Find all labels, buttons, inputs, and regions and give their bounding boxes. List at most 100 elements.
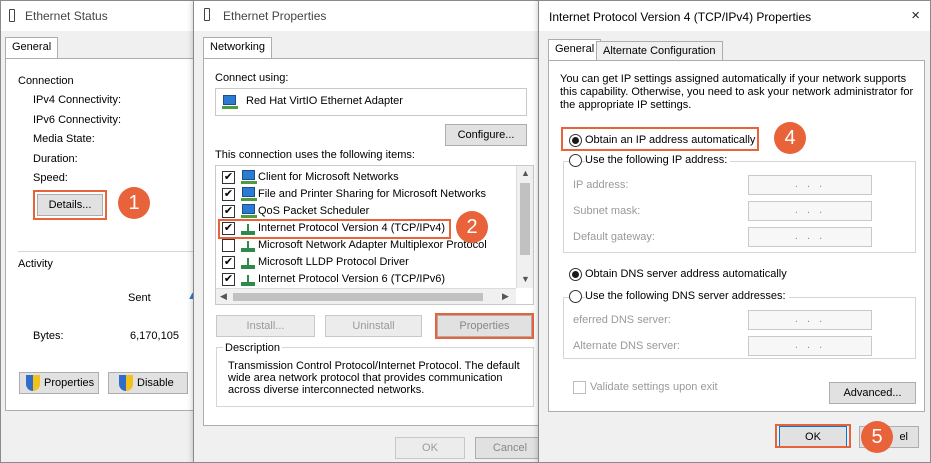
default-gateway-label: Default gateway: [573, 231, 655, 243]
status-properties-label: Properties [44, 377, 95, 389]
properties-titlebar: Ethernet Properties [194, 1, 547, 31]
scroll-thumb-h[interactable] [233, 293, 483, 301]
item-checkbox[interactable]: ✔ [222, 205, 235, 218]
ip-address-field[interactable]: . . . [748, 175, 872, 195]
connect-using-label: Connect using: [215, 72, 289, 84]
item-label: Internet Protocol Version 6 (TCP/IPv6) [258, 273, 446, 285]
preferred-dns-field[interactable]: . . . [748, 310, 872, 330]
validate-settings-checkbox[interactable] [573, 381, 586, 394]
step-5-badge: 5 [861, 421, 893, 453]
network-icon [241, 187, 257, 201]
ipv6-connectivity-label: IPv6 Connectivity: [33, 114, 122, 126]
alternate-dns-field[interactable]: . . . [748, 336, 872, 356]
item-checkbox[interactable]: ✔ [222, 256, 235, 269]
connection-divider [18, 251, 193, 252]
uac-shield-icon [26, 375, 40, 391]
subnet-mask-label: Subnet mask: [573, 205, 641, 217]
validate-settings-label: Validate settings upon exit [590, 381, 718, 393]
ipv4-item-highlight [218, 219, 451, 239]
status-properties-button[interactable]: Properties [19, 372, 99, 394]
media-state-label: Media State: [33, 133, 95, 145]
scroll-thumb[interactable] [520, 183, 530, 255]
scroll-left-icon[interactable]: ◀ [220, 291, 227, 302]
bytes-sent-value: 6,170,105 [130, 330, 179, 342]
list-item[interactable]: ✔ File and Printer Sharing for Microsoft… [222, 187, 512, 203]
details-highlight [33, 190, 107, 220]
properties-ok-button[interactable]: OK [395, 437, 465, 459]
tab-networking[interactable]: Networking [203, 37, 273, 59]
scroll-up-icon[interactable]: ▲ [521, 168, 530, 178]
step-2-badge: 2 [456, 211, 488, 243]
bytes-label: Bytes: [33, 330, 64, 342]
item-label: Microsoft Network Adapter Multiplexor Pr… [258, 239, 487, 251]
item-checkbox[interactable]: ✔ [222, 273, 235, 286]
disable-label: Disable [137, 377, 174, 389]
configure-button[interactable]: Configure... [445, 124, 527, 146]
scroll-right-icon[interactable]: ▶ [502, 291, 509, 302]
activity-heading: Activity [18, 258, 53, 270]
status-window-icon [9, 9, 15, 22]
install-button[interactable]: Install... [216, 315, 315, 337]
item-checkbox[interactable] [222, 239, 235, 252]
network-adapter-icon [222, 95, 238, 109]
step-4-badge: 4 [774, 122, 806, 154]
description-heading: Description [223, 342, 283, 354]
protocol-icon [241, 240, 255, 252]
step-1-badge: 1 [118, 187, 150, 219]
tab-general[interactable]: General [548, 39, 602, 61]
tab-alternate-configuration[interactable]: Alternate Configuration [596, 41, 723, 61]
ethernet-status-window: Ethernet Status General Connection IPv4 … [0, 0, 205, 463]
uninstall-button[interactable]: Uninstall [325, 315, 422, 337]
disable-button[interactable]: Disable [108, 372, 188, 394]
close-icon[interactable]: × [911, 7, 920, 24]
item-checkbox[interactable]: ✔ [222, 188, 235, 201]
item-label: Client for Microsoft Networks [258, 171, 399, 183]
ethernet-properties-window: Ethernet Properties Networking Connect u… [193, 0, 548, 463]
item-label: Microsoft LLDP Protocol Driver [258, 256, 409, 268]
status-window-title: Ethernet Status [25, 9, 108, 23]
use-following-dns-radio[interactable] [569, 290, 582, 303]
item-checkbox[interactable]: ✔ [222, 171, 235, 184]
use-following-dns-label: Use the following DNS server addresses: [585, 290, 789, 302]
obtain-dns-auto-label: Obtain DNS server address automatically [585, 268, 787, 280]
speed-label: Speed: [33, 172, 68, 184]
tab-general[interactable]: General [5, 37, 59, 59]
default-gateway-field[interactable]: . . . [748, 227, 872, 247]
duration-label: Duration: [33, 153, 78, 165]
protocol-icon [241, 274, 255, 286]
use-following-ip-label: Use the following IP address: [585, 154, 731, 166]
obtain-ip-auto-highlight [561, 127, 759, 151]
intro-text: You can get IP settings assigned automat… [560, 73, 914, 111]
ipv4-window-title: Internet Protocol Version 4 (TCP/IPv4) P… [549, 10, 812, 24]
sent-label: Sent [128, 292, 151, 304]
preferred-dns-label: eferred DNS server: [573, 314, 671, 326]
advanced-button[interactable]: Advanced... [829, 382, 916, 404]
item-label: QoS Packet Scheduler [258, 205, 370, 217]
use-following-ip-radio[interactable] [569, 154, 582, 167]
protocol-icon [241, 257, 255, 269]
adapter-name: Red Hat VirtIO Ethernet Adapter [246, 95, 403, 107]
ipv4-properties-window: Internet Protocol Version 4 (TCP/IPv4) P… [538, 0, 931, 463]
uac-shield-icon [119, 375, 133, 391]
scroll-down-icon[interactable]: ▼ [521, 274, 530, 284]
list-item[interactable]: ✔ Client for Microsoft Networks [222, 170, 512, 186]
ipv4-connectivity-label: IPv4 Connectivity: [33, 94, 122, 106]
items-horizontal-scrollbar[interactable]: ◀ ▶ [216, 288, 516, 304]
alternate-dns-label: Alternate DNS server: [573, 340, 680, 352]
network-icon [241, 204, 257, 218]
list-item[interactable]: ✔ Internet Protocol Version 6 (TCP/IPv6) [222, 272, 512, 288]
network-icon [241, 170, 257, 184]
properties-cancel-button[interactable]: Cancel [475, 437, 545, 459]
subnet-mask-field[interactable]: . . . [748, 201, 872, 221]
item-label: File and Printer Sharing for Microsoft N… [258, 188, 487, 200]
obtain-dns-auto-radio[interactable] [569, 268, 582, 281]
description-text: Transmission Control Protocol/Internet P… [228, 360, 520, 396]
items-vertical-scrollbar[interactable]: ▲ ▼ [516, 166, 533, 288]
ip-address-label: IP address: [573, 179, 629, 191]
list-item[interactable]: ✔ Microsoft LLDP Protocol Driver [222, 255, 512, 271]
properties-window-title: Ethernet Properties [223, 9, 327, 23]
ok-highlight [775, 424, 851, 448]
ipv4-titlebar: Internet Protocol Version 4 (TCP/IPv4) P… [539, 1, 930, 31]
status-panel [5, 58, 201, 411]
status-titlebar: Ethernet Status [1, 1, 204, 31]
